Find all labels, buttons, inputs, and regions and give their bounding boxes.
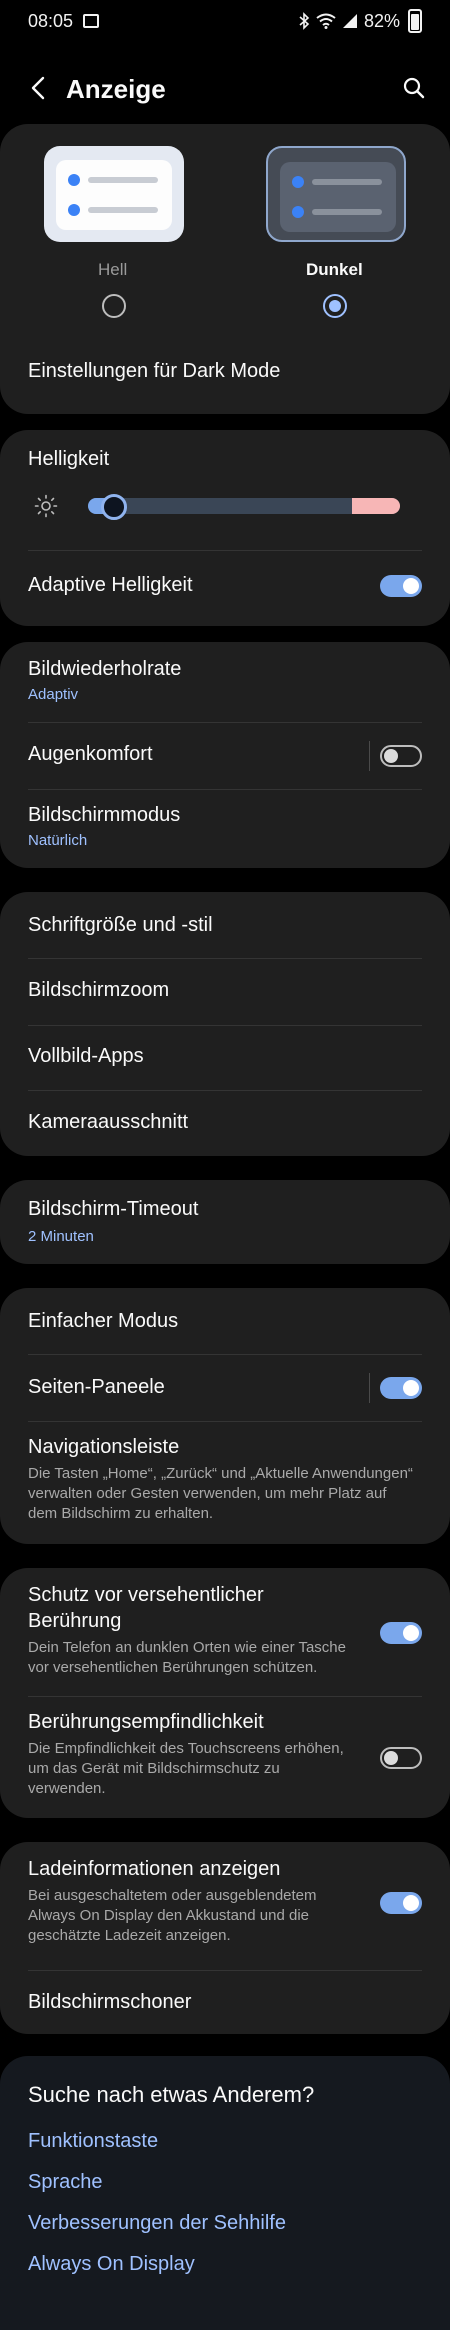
- accidental-touch-desc: Dein Telefon an dunklen Orten wie einer …: [28, 1639, 346, 1676]
- edge-panels-label: Seiten-Paneele: [28, 1376, 165, 1398]
- accidental-touch-title-2: Berührung: [28, 1610, 122, 1632]
- edge-panels-row[interactable]: Seiten-Paneele: [0, 1355, 450, 1421]
- refresh-rate-title: Bildwiederholrate: [28, 658, 182, 680]
- battery-percent: 82%: [363, 10, 400, 31]
- charging-info-toggle[interactable]: [380, 1892, 422, 1914]
- back-button[interactable]: [24, 74, 52, 102]
- eye-comfort-toggle[interactable]: [380, 745, 422, 767]
- accidental-touch-title-1: Schutz vor versehentlicher: [28, 1584, 264, 1606]
- light-theme-radio[interactable]: [102, 294, 126, 318]
- fullscreen-apps-label: Vollbild-Apps: [28, 1045, 144, 1067]
- screen-zoom-row[interactable]: Bildschirmzoom: [0, 959, 450, 1025]
- brightness-slider[interactable]: [88, 498, 400, 514]
- image-icon: [83, 14, 100, 28]
- font-label: Schriftgröße und -stil: [28, 914, 213, 936]
- signal-icon: [342, 14, 357, 28]
- suggestions-card: Suche nach etwas Anderem? Funktionstaste…: [0, 2056, 450, 2330]
- status-bar: 08:05 82%: [0, 0, 450, 42]
- charging-info-row[interactable]: Ladeinformationen anzeigen Bei ausgescha…: [0, 1842, 450, 1970]
- touch-sensitivity-row[interactable]: Berührungsempfindlichkeit Die Empfindlic…: [0, 1697, 450, 1818]
- touch-sensitivity-desc: Die Empfindlichkeit des Touchscreens erh…: [28, 1740, 344, 1797]
- battery-icon: [408, 9, 422, 33]
- brightness-icon: [34, 494, 58, 518]
- screen-zoom-label: Bildschirmzoom: [28, 979, 170, 1001]
- charging-card: Ladeinformationen anzeigen Bei ausgescha…: [0, 1842, 450, 2034]
- charging-info-title: Ladeinformationen anzeigen: [28, 1858, 281, 1880]
- accidental-touch-row[interactable]: Schutz vor versehentlicher Berührung Dei…: [0, 1568, 450, 1696]
- screen-mode-title: Bildschirmmodus: [28, 804, 181, 826]
- screensaver-row[interactable]: Bildschirmschoner: [0, 1971, 450, 2034]
- accidental-touch-toggle[interactable]: [380, 1622, 422, 1644]
- navigation-bar-title: Navigationsleiste: [28, 1436, 180, 1458]
- theme-card: Hell Dunkel Einstellungen für Dark Mode: [0, 124, 450, 414]
- touch-sensitivity-title: Berührungsempfindlichkeit: [28, 1711, 264, 1733]
- dark-mode-settings-label: Einstellungen für Dark Mode: [28, 360, 281, 382]
- eye-comfort-label: Augenkomfort: [28, 743, 153, 765]
- display-card: Bildwiederholrate Adaptiv Augenkomfort B…: [0, 642, 450, 868]
- dark-theme-radio[interactable]: [323, 294, 347, 318]
- adaptive-brightness-label: Adaptive Helligkeit: [28, 574, 193, 596]
- status-right: 82%: [298, 9, 422, 33]
- suggestion-link-aod[interactable]: Always On Display: [28, 2253, 195, 2276]
- brightness-slider-thumb[interactable]: [100, 494, 127, 520]
- suggestion-link-function-key[interactable]: Funktionstaste: [28, 2130, 158, 2153]
- search-icon: [403, 77, 425, 99]
- camera-cutout-row[interactable]: Kameraausschnitt: [0, 1091, 450, 1156]
- screen-timeout-row[interactable]: Bildschirm-Timeout 2 Minuten: [0, 1180, 450, 1264]
- search-button[interactable]: [398, 72, 430, 104]
- easy-mode-label: Einfacher Modus: [28, 1310, 179, 1332]
- back-arrow-icon: [31, 76, 45, 100]
- adaptive-brightness-toggle[interactable]: [380, 575, 422, 597]
- dark-mode-settings-row[interactable]: Einstellungen für Dark Mode: [0, 346, 450, 414]
- brightness-title: Helligkeit: [28, 448, 110, 470]
- misc-card: Einfacher Modus Seiten-Paneele Navigatio…: [0, 1288, 450, 1544]
- page-title: Anzeige: [66, 74, 166, 104]
- navigation-bar-row[interactable]: Navigationsleiste Die Tasten „Home“, „Zu…: [0, 1422, 450, 1544]
- status-time: 08:05: [28, 10, 74, 31]
- touch-sensitivity-toggle[interactable]: [380, 1747, 422, 1769]
- brightness-card: Helligkeit Adaptive Helligkeit: [0, 430, 450, 626]
- screen-mode-row[interactable]: Bildschirmmodus Natürlich: [0, 790, 450, 868]
- eye-comfort-row[interactable]: Augenkomfort: [0, 723, 450, 789]
- refresh-rate-value: Adaptiv: [28, 686, 79, 703]
- screen-timeout-title: Bildschirm-Timeout: [28, 1198, 199, 1220]
- appearance-card: Schriftgröße und -stil Bildschirmzoom Vo…: [0, 892, 450, 1156]
- suggestions-heading: Suche nach etwas Anderem?: [28, 2082, 315, 2107]
- screen-timeout-value: 2 Minuten: [28, 1228, 94, 1245]
- light-theme-preview[interactable]: [44, 146, 184, 242]
- timeout-card: Bildschirm-Timeout 2 Minuten: [0, 1180, 450, 1264]
- screen-mode-value: Natürlich: [28, 832, 88, 849]
- dark-theme-preview[interactable]: [266, 146, 406, 242]
- charging-info-desc: Bei ausgeschaltetem oder ausgeblendetem …: [28, 1887, 317, 1944]
- dark-theme-label: Dunkel: [306, 260, 363, 279]
- refresh-rate-row[interactable]: Bildwiederholrate Adaptiv: [0, 642, 450, 722]
- suggestion-link-vision[interactable]: Verbesserungen der Sehhilfe: [28, 2212, 286, 2235]
- brightness-extra-range: [352, 498, 400, 514]
- camera-cutout-label: Kameraausschnitt: [28, 1111, 189, 1133]
- font-row[interactable]: Schriftgröße und -stil: [0, 892, 450, 958]
- light-theme-label: Hell: [98, 260, 128, 279]
- navigation-bar-desc: Die Tasten „Home“, „Zurück“ und „Aktuell…: [28, 1465, 413, 1522]
- suggestion-link-language[interactable]: Sprache: [28, 2171, 103, 2194]
- edge-panels-toggle[interactable]: [380, 1377, 422, 1399]
- wifi-icon: [316, 13, 336, 29]
- screensaver-label: Bildschirmschoner: [28, 1991, 192, 2013]
- app-bar: Anzeige: [0, 60, 450, 116]
- bluetooth-icon: [299, 12, 310, 30]
- protection-card: Schutz vor versehentlicher Berührung Dei…: [0, 1568, 450, 1818]
- easy-mode-row[interactable]: Einfacher Modus: [0, 1288, 450, 1354]
- fullscreen-apps-row[interactable]: Vollbild-Apps: [0, 1026, 450, 1090]
- adaptive-brightness-row[interactable]: Adaptive Helligkeit: [0, 551, 450, 626]
